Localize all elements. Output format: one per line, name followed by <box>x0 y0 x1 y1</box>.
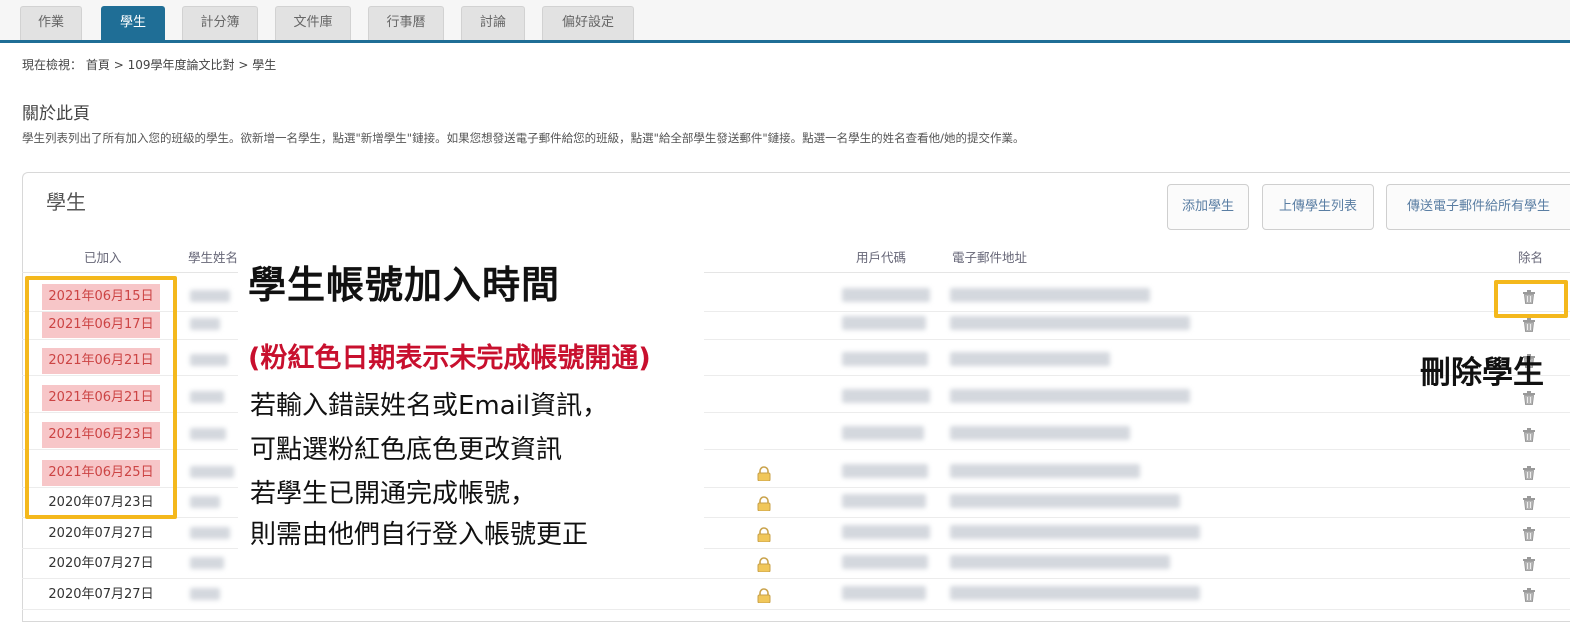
breadcrumb-prefix: 現在檢視： <box>22 58 83 72</box>
email-value <box>950 464 1140 478</box>
tab-underline <box>0 40 1570 43</box>
header-joined[interactable]: 已加入 <box>84 247 122 266</box>
lock-icon <box>757 557 771 572</box>
joined-date: 2020年07月27日 <box>48 587 154 602</box>
trash-icon[interactable] <box>1520 555 1538 573</box>
tab-assignments[interactable]: 作業 <box>20 6 82 40</box>
header-email[interactable]: 電子郵件地址 <box>952 247 1027 266</box>
email-value <box>950 494 1180 508</box>
table-row[interactable] <box>22 581 1570 610</box>
email-value <box>950 555 1170 569</box>
trash-icon[interactable] <box>1520 464 1538 482</box>
email-value <box>950 426 1130 440</box>
student-name-link[interactable] <box>190 496 220 508</box>
breadcrumb-current: 學生 <box>252 58 277 72</box>
table-row[interactable] <box>22 550 1570 579</box>
upload-student-list-button[interactable]: 上傳學生列表 <box>1262 184 1374 230</box>
tab-gradebook[interactable]: 計分簿 <box>182 6 258 40</box>
user-id-value <box>842 586 926 600</box>
tab-libraries[interactable]: 文件庫 <box>275 6 351 40</box>
email-all-students-button[interactable]: 傳送電子郵件給所有學生 <box>1386 184 1570 230</box>
annotation-line: 若輸入錯誤姓名或Email資訊， <box>250 391 609 421</box>
student-name-link[interactable] <box>190 354 228 366</box>
email-value <box>950 586 1200 600</box>
trash-icon[interactable] <box>1520 494 1538 512</box>
add-student-button[interactable]: 添加學生 <box>1167 184 1249 230</box>
student-name-link[interactable] <box>190 588 220 600</box>
student-name-link[interactable] <box>190 557 224 569</box>
email-value <box>950 525 1200 539</box>
user-id-value <box>842 288 930 302</box>
user-id-value <box>842 389 930 403</box>
user-id-value <box>842 555 928 569</box>
annotation-headline: 學生帳號加入時間 <box>248 263 561 307</box>
student-name-link[interactable] <box>190 527 230 539</box>
header-user-id[interactable]: 用戶代碼 <box>856 247 906 266</box>
student-name-link[interactable] <box>190 466 234 478</box>
annotation-line: 若學生已開通完成帳號， <box>250 479 537 509</box>
email-value <box>950 389 1190 403</box>
breadcrumb: 現在檢視： 首頁 > 109學年度論文比對 > 學生 <box>22 56 276 73</box>
trash-icon[interactable] <box>1520 316 1538 334</box>
trash-icon[interactable] <box>1520 586 1538 604</box>
user-id-value <box>842 426 924 440</box>
tab-students[interactable]: 學生 <box>101 6 165 40</box>
joined-date: 2020年07月27日 <box>48 556 154 571</box>
annotation-line: 可點選粉紅色底色更改資訊 <box>250 435 563 465</box>
lock-icon <box>757 527 771 542</box>
student-name-link[interactable] <box>190 391 224 403</box>
student-name-link[interactable] <box>190 428 226 440</box>
joined-dates-highlight <box>25 276 177 519</box>
email-value <box>950 316 1190 330</box>
lock-icon <box>757 496 771 511</box>
annotation-line: 則需由他們自行登入帳號更正 <box>250 520 589 550</box>
email-value <box>950 352 1110 366</box>
user-id-value <box>842 352 928 366</box>
user-id-value <box>842 316 926 330</box>
annotation-red-note: (粉紅色日期表示未完成帳號開通) <box>248 343 651 374</box>
trash-icon[interactable] <box>1520 525 1538 543</box>
user-id-value <box>842 494 926 508</box>
delete-student-label: 刪除學生 <box>1420 355 1544 391</box>
delete-highlight <box>1494 280 1568 318</box>
email-value <box>950 288 1150 302</box>
breadcrumb-separator: > <box>238 58 249 72</box>
user-id-value <box>842 464 928 478</box>
lock-icon <box>757 588 771 603</box>
header-student-name[interactable]: 學生姓名 <box>188 247 238 266</box>
tab-discussion[interactable]: 討論 <box>461 6 525 40</box>
lock-icon <box>757 466 771 481</box>
user-id-value <box>842 525 930 539</box>
student-name-link[interactable] <box>190 318 220 330</box>
header-remove: 除名 <box>1518 250 1544 265</box>
joined-date: 2020年07月27日 <box>48 526 154 541</box>
tab-calendar[interactable]: 行事曆 <box>368 6 444 40</box>
breadcrumb-home-link[interactable]: 首頁 <box>86 58 110 72</box>
breadcrumb-separator: > <box>113 58 124 72</box>
trash-icon[interactable] <box>1520 426 1538 444</box>
about-text: 學生列表列出了所有加入您的班級的學生。欲新增一名學生，點選"新增學生"鏈接。如果… <box>22 131 1025 145</box>
tab-preferences[interactable]: 偏好設定 <box>542 6 634 40</box>
about-title: 關於此頁 <box>22 104 90 124</box>
breadcrumb-course-link[interactable]: 109學年度論文比對 <box>128 58 235 72</box>
panel-title: 學生 <box>46 190 86 214</box>
student-name-link[interactable] <box>190 290 230 302</box>
